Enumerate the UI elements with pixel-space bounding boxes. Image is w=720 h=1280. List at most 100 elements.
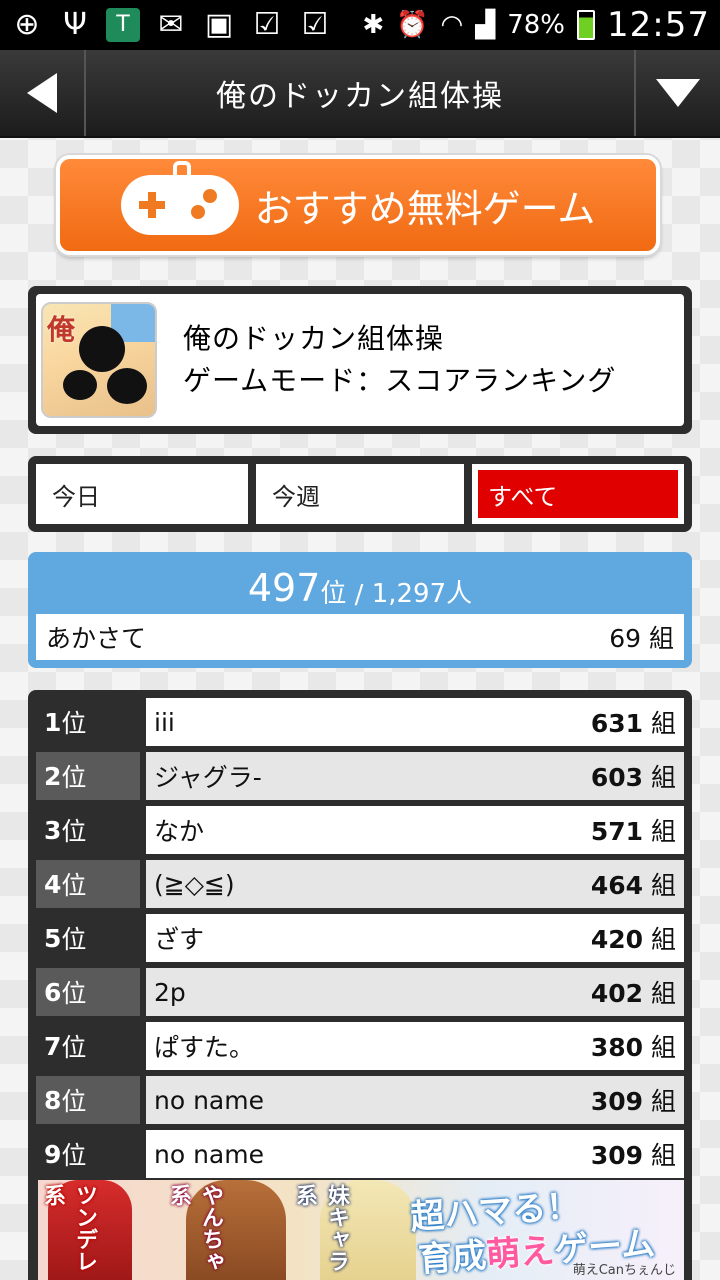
rank-number: 8 (44, 1085, 62, 1115)
tab-this-week-label: 今週 (272, 482, 320, 511)
score-unit: 組 (650, 709, 676, 738)
rank-unit: 位 (61, 763, 87, 792)
player-score: 420 (590, 925, 644, 954)
ad-tag: ツンデレ系 (40, 1184, 97, 1272)
page-title: 俺のドッカン組体操 (216, 79, 504, 114)
game-icon: 俺 (41, 302, 157, 418)
player-name: no name (154, 1139, 264, 1169)
ad-banner[interactable]: ツンデレ系 やんちゃ系 妹キャラ系 超ハマる！ 育成萌えゲーム 萌えCanちぇん… (38, 1180, 684, 1280)
player-score: 464 (590, 871, 644, 900)
ranking-row[interactable]: 2位 ジャグラ- 603 組 (36, 752, 684, 800)
player-score: 571 (590, 817, 644, 846)
system-icons: ✱ ⏰ ◠ ▟ 78% 12:57 (362, 5, 710, 45)
ad-credit: 萌えCanちぇんじ (572, 1263, 676, 1278)
ranking-row[interactable]: 4位 (≧◇≦) 464 組 (36, 860, 684, 908)
player-score: 380 (590, 1033, 644, 1062)
score-unit: 組 (650, 871, 676, 900)
shield-app-icon: T (106, 8, 140, 42)
ad-tag: やんちゃ系 (166, 1184, 223, 1272)
rank-unit: 位 (61, 817, 87, 846)
menu-dropdown-button[interactable] (634, 50, 720, 136)
player-name: なか (154, 817, 205, 846)
rank-unit: 位 (61, 925, 87, 954)
ad-slogan-part: 育成 (417, 1235, 488, 1280)
battery-percent: 78% (507, 10, 566, 40)
back-arrow-icon (27, 73, 57, 113)
rank-number: 9 (44, 1139, 62, 1169)
period-tabs: 今日 今週 すべて (28, 456, 692, 532)
player-name: ぱすた。 (154, 1033, 255, 1062)
my-score: 69 (609, 624, 642, 653)
usb-icon: Ψ (63, 7, 87, 42)
my-rank-panel: 497 位 / 1,297人 あかさて 69 組 (28, 552, 692, 668)
player-name: no name (154, 1085, 264, 1115)
player-name: iii (154, 707, 175, 737)
player-score: 309 (590, 1141, 644, 1170)
score-unit: 組 (650, 1141, 676, 1170)
image-icon: ▣ (204, 7, 234, 42)
signal-icon: ▟ (475, 10, 496, 40)
rank-number: 1 (44, 707, 62, 737)
check-icon: ☑ (253, 7, 281, 42)
player-name: ざす (154, 925, 205, 954)
notification-icons: ⊕ Ψ T ✉ ▣ ☑ ☑ (10, 8, 332, 42)
score-unit: 組 (650, 763, 676, 792)
player-score: 603 (590, 763, 644, 792)
ranking-row[interactable]: 6位 2p 402 組 (36, 968, 684, 1016)
score-unit: 組 (650, 1033, 676, 1062)
battery-icon (577, 10, 596, 40)
gmail-icon: ✉ (158, 7, 184, 42)
rank-number: 7 (44, 1031, 62, 1061)
rank-separator: / (346, 580, 372, 610)
tab-today-label: 今日 (52, 482, 100, 511)
score-unit: 組 (650, 925, 676, 954)
score-unit: 組 (650, 817, 676, 846)
gamepad-icon (120, 161, 239, 235)
rank-unit: 位 (61, 1033, 87, 1062)
ranking-row[interactable]: 5位 ざす 420 組 (36, 914, 684, 962)
rank-number: 6 (44, 977, 62, 1007)
rank-unit: 位 (61, 1087, 87, 1116)
my-score-row: あかさて 69 組 (36, 614, 684, 660)
player-score: 402 (590, 979, 644, 1008)
ad-tag: 妹キャラ系 (292, 1184, 349, 1272)
player-score: 631 (590, 709, 644, 738)
rank-number: 4 (44, 869, 62, 899)
game-icon-label: 俺 (47, 313, 76, 346)
ranking-row[interactable]: 7位 ぱすた。 380 組 (36, 1022, 684, 1070)
rank-number: 3 (44, 815, 62, 845)
wifi-icon: ◠ (440, 10, 464, 40)
alarm-icon: ⏰ (396, 10, 429, 40)
tab-today[interactable]: 今日 (36, 464, 248, 524)
ranking-row[interactable]: 9位 no name 309 組 (36, 1130, 684, 1178)
score-unit: 組 (650, 1087, 676, 1116)
dropdown-triangle-icon (656, 79, 700, 107)
recommended-games-label: おすすめ無料ゲーム (254, 186, 596, 231)
player-name: ジャグラ- (154, 763, 262, 792)
ranking-row[interactable]: 1位 iii 631 組 (36, 698, 684, 746)
title-bar: 俺のドッカン組体操 (0, 50, 720, 138)
game-mode: ゲームモード：スコアランキング (183, 364, 617, 397)
recommended-games-button[interactable]: おすすめ無料ゲーム (56, 155, 660, 255)
game-info-card: 俺 俺のドッカン組体操 ゲームモード：スコアランキング (28, 286, 692, 434)
status-bar: ⊕ Ψ T ✉ ▣ ☑ ☑ ✱ ⏰ ◠ ▟ 78% 12:57 (0, 0, 720, 50)
rank-unit: 位 (61, 709, 87, 738)
total-players: 1,297人 (371, 579, 473, 609)
add-icon: ⊕ (14, 7, 40, 42)
player-score: 309 (590, 1087, 644, 1116)
game-name: 俺のドッカン組体操 (183, 322, 445, 355)
ranking-row[interactable]: 3位 なか 571 組 (36, 806, 684, 854)
rank-number: 5 (44, 923, 62, 953)
bluetooth-icon: ✱ (362, 10, 385, 40)
player-name: 2p (154, 977, 186, 1007)
ad-slogan-highlight: 萌え (484, 1230, 556, 1276)
tab-all-label: すべて (488, 482, 558, 511)
player-name: (≧◇≦) (154, 869, 235, 899)
tab-this-week[interactable]: 今週 (256, 464, 464, 524)
tab-all[interactable]: すべて (472, 464, 684, 524)
ranking-row[interactable]: 8位 no name 309 組 (36, 1076, 684, 1124)
check-icon-2: ☑ (301, 7, 329, 42)
my-rank-unit: 位 (320, 579, 347, 609)
back-button[interactable] (0, 50, 86, 136)
rank-number: 2 (44, 761, 62, 791)
